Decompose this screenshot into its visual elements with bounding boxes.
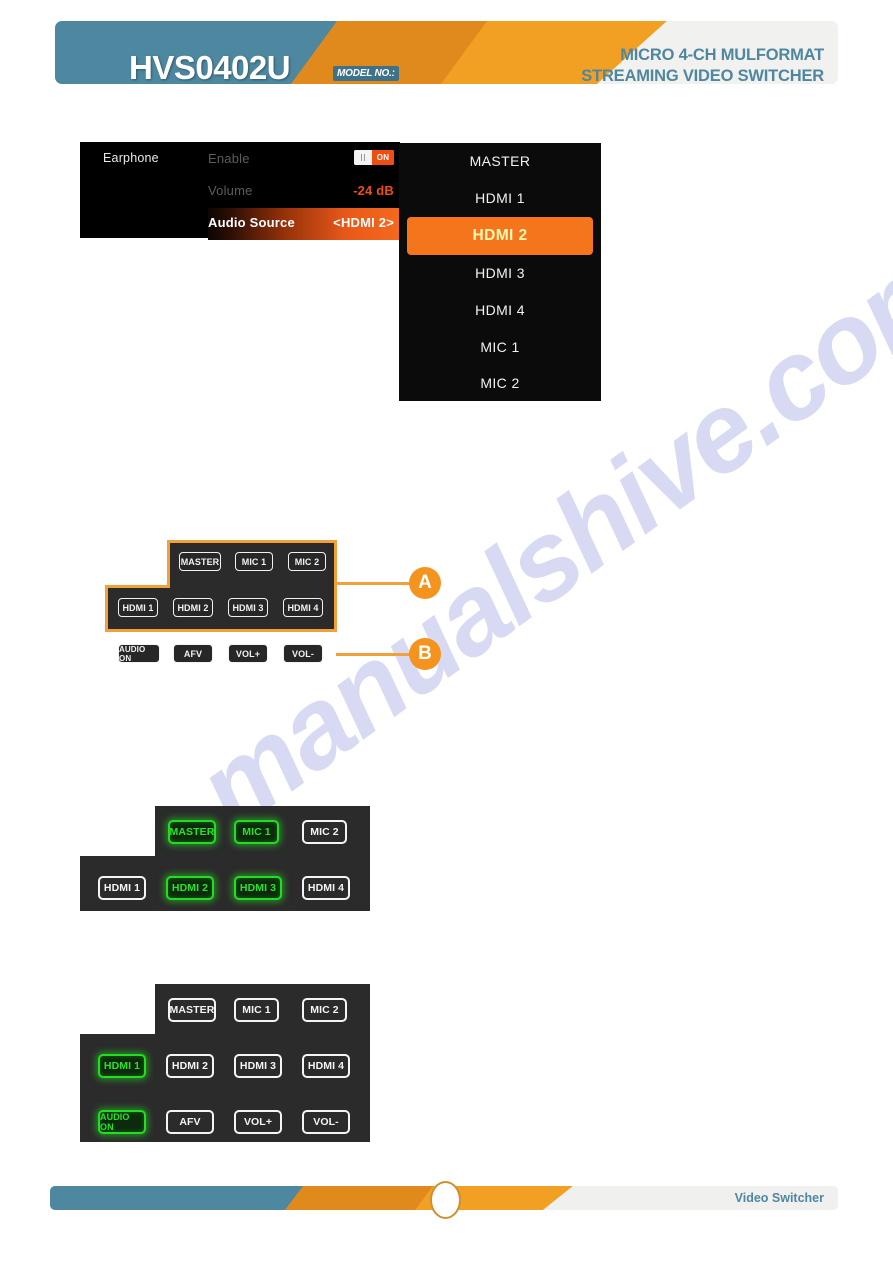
model-number-badge: MODEL NO.: <box>333 66 399 81</box>
callout-button-vol-up[interactable]: VOL+ <box>228 644 268 663</box>
panel-three-button-vol-up[interactable]: VOL+ <box>234 1110 282 1134</box>
callout-leader-line-b <box>336 653 414 656</box>
page-header-banner: HVS0402U MODEL NO.: MICRO 4-CH MULFORMAT… <box>55 21 838 84</box>
callout-button-master[interactable]: MASTER <box>179 552 221 571</box>
panel-three-button-mic-1[interactable]: MIC 1 <box>234 998 279 1022</box>
enable-toggle-switch[interactable]: ON <box>354 150 394 165</box>
footer-center-ellipse-decoration <box>430 1181 461 1219</box>
callout-button-hdmi-1[interactable]: HDMI 1 <box>118 598 158 617</box>
dropdown-item-hdmi-4[interactable]: HDMI 4 <box>399 291 601 328</box>
osd-menu-title: Earphone <box>103 151 159 165</box>
button-panel-audio-on-state: MASTER MIC 1 MIC 2 HDMI 1 HDMI 2 HDMI 3 … <box>80 984 370 1142</box>
callout-button-afv[interactable]: AFV <box>173 644 213 663</box>
callout-marker-a: A <box>409 567 441 599</box>
product-model-title: HVS0402U <box>129 49 291 84</box>
callout-marker-b: B <box>409 638 441 670</box>
button-group-callout-figure: MASTER MIC 1 MIC 2 HDMI 1 HDMI 2 HDMI 3 … <box>105 540 450 680</box>
osd-audio-source-label: Audio Source <box>208 215 295 230</box>
button-panel-audio-mix-state: MASTER MIC 1 MIC 2 HDMI 1 HDMI 2 HDMI 3 … <box>80 806 370 911</box>
osd-volume-label: Volume <box>208 183 253 198</box>
osd-audio-source-value: <HDMI 2> <box>333 215 394 230</box>
panel-three-button-hdmi-1[interactable]: HDMI 1 <box>98 1054 146 1078</box>
panel-three-button-hdmi-3[interactable]: HDMI 3 <box>234 1054 282 1078</box>
callout-button-vol-down[interactable]: VOL- <box>283 644 323 663</box>
panel-two-button-mic-2[interactable]: MIC 2 <box>302 820 347 844</box>
footer-category-label: Video Switcher <box>734 1191 824 1205</box>
dropdown-item-hdmi-1[interactable]: HDMI 1 <box>399 180 601 217</box>
osd-row-enable[interactable]: Enable ON <box>208 144 400 176</box>
toggle-knob <box>354 150 372 165</box>
header-tagline-line-1: MICRO 4-CH MULFORMAT <box>620 46 824 64</box>
panel-two-button-hdmi-2[interactable]: HDMI 2 <box>166 876 214 900</box>
callout-button-hdmi-4[interactable]: HDMI 4 <box>283 598 323 617</box>
panel-two-button-master[interactable]: MASTER <box>168 820 216 844</box>
callout-button-audio-on[interactable]: AUDIO ON <box>118 644 160 663</box>
toggle-on-label: ON <box>372 150 394 165</box>
osd-menu-panel: Earphone Enable ON Volume -24 dB Audio S… <box>80 142 400 240</box>
header-tagline-line-2: STREAMING VIDEO SWITCHER <box>581 67 824 84</box>
dropdown-item-hdmi-3[interactable]: HDMI 3 <box>399 255 601 292</box>
panel-three-button-master[interactable]: MASTER <box>168 998 216 1022</box>
panel-three-button-hdmi-4[interactable]: HDMI 4 <box>302 1054 350 1078</box>
panel-three-button-audio-on[interactable]: AUDIO ON <box>98 1110 146 1134</box>
panel-three-button-hdmi-2[interactable]: HDMI 2 <box>166 1054 214 1078</box>
osd-volume-value: -24 dB <box>353 183 394 198</box>
osd-row-audio-source[interactable]: Audio Source <HDMI 2> <box>208 208 400 240</box>
callout-button-mic-1[interactable]: MIC 1 <box>235 552 273 571</box>
panel-three-button-afv[interactable]: AFV <box>166 1110 214 1134</box>
footer-teal-segment <box>50 1186 321 1210</box>
dropdown-item-hdmi-2[interactable]: HDMI 2 <box>407 216 593 255</box>
callout-button-hdmi-2[interactable]: HDMI 2 <box>173 598 213 617</box>
panel-three-button-mic-2[interactable]: MIC 2 <box>302 998 347 1022</box>
panel-two-button-hdmi-4[interactable]: HDMI 4 <box>302 876 350 900</box>
footer-dark-orange-segment <box>285 1186 451 1210</box>
callout-button-mic-2[interactable]: MIC 2 <box>288 552 326 571</box>
callout-leader-line-a <box>336 582 414 585</box>
panel-two-button-hdmi-3[interactable]: HDMI 3 <box>234 876 282 900</box>
callout-group-a-join-patch <box>170 583 334 589</box>
osd-enable-label: Enable <box>208 151 250 166</box>
osd-row-volume[interactable]: Volume -24 dB <box>208 176 400 208</box>
dropdown-item-mic-2[interactable]: MIC 2 <box>399 365 601 402</box>
panel-three-button-vol-down[interactable]: VOL- <box>302 1110 350 1134</box>
panel-two-button-hdmi-1[interactable]: HDMI 1 <box>98 876 146 900</box>
dropdown-item-master[interactable]: MASTER <box>399 143 601 180</box>
header-tagline: MICRO 4-CH MULFORMAT STREAMING VIDEO SWI… <box>581 45 824 84</box>
dropdown-item-mic-1[interactable]: MIC 1 <box>399 328 601 365</box>
panel-two-button-mic-1[interactable]: MIC 1 <box>234 820 279 844</box>
audio-source-dropdown-list[interactable]: MASTER HDMI 1 HDMI 2 HDMI 3 HDMI 4 MIC 1… <box>399 143 601 401</box>
callout-button-hdmi-3[interactable]: HDMI 3 <box>228 598 268 617</box>
